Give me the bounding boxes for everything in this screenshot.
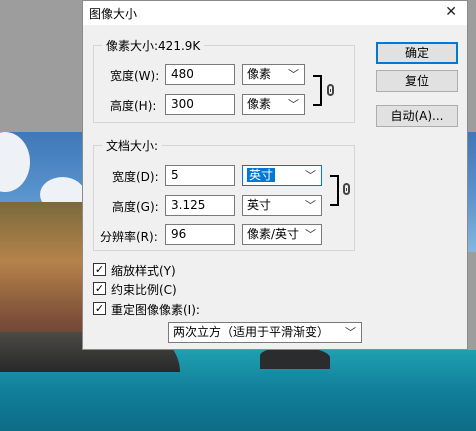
title-bar[interactable]: 图像大小 ✕ [83,1,467,25]
pixel-dimensions-group: 像素大小:421.9K 宽度(W): 480 像素 ﹀ 高度(H): 300 像… [93,37,355,123]
resolution-unit-value: 像素/英寸 [247,227,300,241]
chevron-down-icon: ﹀ [305,169,316,182]
constrain-proportions-checkbox[interactable]: ✓ [93,282,106,295]
doc-width-label: 宽度(D): [112,170,159,184]
resolution-unit-select[interactable]: 像素/英寸 ﹀ [242,224,322,245]
resample-method-value: 两次立方（适用于平滑渐变） [173,325,330,339]
document-size-group: 文档大小: 宽度(D): 5 英寸 ﹀ 高度(G): 3.125 英寸 ﹀ 分辨… [93,137,355,251]
chevron-down-icon: ﹀ [305,199,316,212]
doc-height-unit-value: 英寸 [247,198,272,212]
pixel-width-input[interactable]: 480 [165,64,235,85]
pixel-constrain-bracket [313,75,322,106]
image-size-dialog: 图像大小 ✕ 像素大小:421.9K 宽度(W): 480 像素 ﹀ 高度(H)… [82,0,468,350]
pixel-dimensions-legend: 像素大小:421.9K [102,37,205,54]
doc-height-input[interactable]: 3.125 [165,195,235,216]
doc-width-unit-select[interactable]: 英寸 ﹀ [242,165,322,186]
dialog-title: 图像大小 [89,7,138,21]
chevron-down-icon: ﹀ [288,98,299,111]
document-size-legend: 文档大小: [102,137,163,154]
link-icon [343,183,350,195]
pixel-width-label: 宽度(W): [110,69,160,83]
resolution-input[interactable]: 96 [165,224,235,245]
resample-method-select[interactable]: 两次立方（适用于平滑渐变） ﹀ [168,322,362,343]
chevron-down-icon: ﹀ [305,228,316,241]
pixel-height-input[interactable]: 300 [165,94,235,115]
scale-styles-label: 缩放样式(Y) [111,264,176,278]
pixel-height-label: 高度(H): [110,99,157,113]
ok-button[interactable]: 确定 [376,42,458,64]
constrain-proportions-label: 约束比例(C) [111,283,177,297]
resample-image-checkbox[interactable]: ✓ [93,302,106,315]
pixel-width-unit-value: 像素 [247,67,272,81]
chevron-down-icon: ﹀ [345,326,356,339]
close-icon[interactable]: ✕ [445,4,457,20]
doc-height-unit-select[interactable]: 英寸 ﹀ [242,195,322,216]
auto-button[interactable]: 自动(A)... [376,105,458,127]
resample-image-label: 重定图像像素(I): [111,303,200,317]
scale-styles-checkbox[interactable]: ✓ [93,263,106,276]
chevron-down-icon: ﹀ [288,68,299,81]
pixel-width-unit-select[interactable]: 像素 ﹀ [242,64,305,85]
doc-width-unit-value: 英寸 [247,168,276,182]
doc-height-label: 高度(G): [112,200,159,214]
doc-width-input[interactable]: 5 [165,165,235,186]
photo-rock [260,347,330,369]
link-icon [327,84,334,96]
reset-button[interactable]: 复位 [376,70,458,92]
pixel-height-unit-select[interactable]: 像素 ﹀ [242,94,305,115]
pixel-height-unit-value: 像素 [247,97,272,111]
resolution-label: 分辨率(R): [100,230,158,244]
doc-constrain-bracket [330,175,339,206]
